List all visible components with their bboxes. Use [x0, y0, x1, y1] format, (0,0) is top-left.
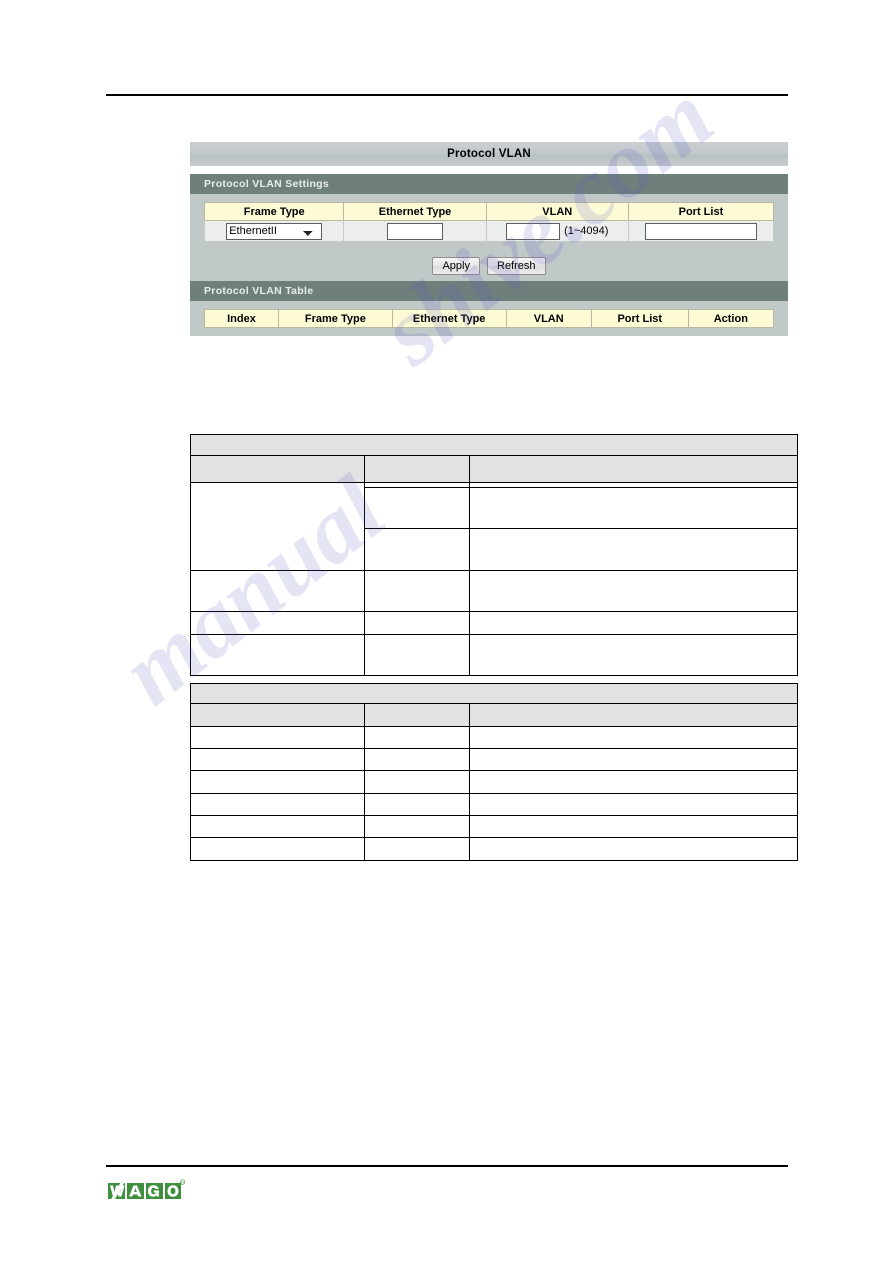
doc2-r2-c1 — [190, 748, 365, 771]
doc1-band-row — [190, 434, 798, 456]
page-title-text: Protocol VLAN — [447, 148, 531, 160]
doc2-header-c2 — [363, 703, 471, 727]
doc2-r4-c2 — [363, 793, 471, 816]
protocol-vlan-panel: Protocol VLAN Settings Frame Type Ethern… — [190, 174, 788, 336]
doc2-r6-c3 — [469, 837, 798, 861]
doc2-r5-c2 — [363, 815, 471, 838]
settings-input-row: EthernetII (1~4094) — [203, 220, 775, 242]
table-col-vlan: VLAN — [505, 309, 592, 328]
doc2-row-5 — [190, 815, 798, 838]
doc2-row-4 — [190, 793, 798, 816]
vlan-input[interactable] — [506, 222, 561, 240]
vlan-range-note: (1~4094) — [564, 225, 609, 237]
table-col-port-list: Port List — [590, 309, 689, 328]
doc2-r3-c1 — [190, 770, 365, 794]
doc2-r1-c2 — [363, 726, 471, 749]
doc2-band-cell — [190, 683, 798, 704]
settings-section-title: Protocol VLAN Settings — [204, 178, 330, 190]
table-section-body: Index Frame Type Ethernet Type VLAN Port… — [190, 301, 788, 334]
doc2-header-c1 — [190, 703, 365, 727]
parameter-description-table-2 — [190, 683, 798, 861]
table-section-title: Protocol VLAN Table — [204, 285, 314, 297]
col-header-port-list: Port List — [627, 202, 775, 221]
doc2-header-row — [190, 703, 798, 727]
doc1-r4-c3 — [469, 570, 798, 612]
refresh-button[interactable]: Refresh — [487, 257, 546, 275]
table-section-header: Protocol VLAN Table — [190, 281, 788, 301]
page-title: Protocol VLAN — [190, 142, 788, 166]
wago-logo: R — [107, 1178, 186, 1204]
doc2-r1-c1 — [190, 726, 365, 749]
doc1-r5-c2 — [363, 611, 471, 635]
cell-port-list — [627, 220, 775, 242]
table-col-index: Index — [204, 309, 279, 328]
doc2-row-1 — [190, 726, 798, 749]
table-col-ethernet-type: Ethernet Type — [391, 309, 507, 328]
page-footer-rule — [106, 1165, 788, 1167]
ethernet-type-input[interactable] — [387, 222, 444, 240]
doc2-r3-c2 — [363, 770, 471, 794]
port-list-input[interactable] — [644, 222, 757, 240]
doc1-header-c3 — [469, 455, 798, 483]
doc1-r6-c1 — [190, 634, 365, 676]
settings-header-row: Frame Type Ethernet Type VLAN Port List — [203, 202, 775, 221]
doc1-header-c1 — [190, 455, 365, 483]
doc2-r5-c1 — [190, 815, 365, 838]
parameter-description-table-1 — [190, 434, 798, 676]
table-col-frame-type: Frame Type — [277, 309, 393, 328]
cell-frame-type: EthernetII — [203, 220, 345, 242]
doc2-r1-c3 — [469, 726, 798, 749]
doc1-r6-c3 — [469, 634, 798, 676]
doc2-row-3 — [190, 770, 798, 794]
doc2-r6-c1 — [190, 837, 365, 861]
settings-section-header: Protocol VLAN Settings — [190, 174, 788, 194]
table-col-action: Action — [687, 309, 775, 328]
doc1-row-5 — [190, 611, 798, 635]
protocol-vlan-screenshot: Protocol VLAN Protocol VLAN Settings Fra… — [190, 142, 788, 336]
doc2-row-6 — [190, 837, 798, 861]
doc2-band-row — [190, 683, 798, 704]
col-header-vlan: VLAN — [485, 202, 629, 221]
col-header-ethernet-type: Ethernet Type — [343, 202, 487, 221]
doc2-r4-c3 — [469, 793, 798, 816]
doc1-header-row — [190, 455, 798, 483]
settings-section-body: Frame Type Ethernet Type VLAN Port List … — [190, 194, 788, 248]
cell-vlan: (1~4094) — [485, 220, 629, 242]
apply-button[interactable]: Apply — [432, 257, 480, 275]
doc1-r2-c2 — [363, 487, 471, 529]
doc2-r4-c1 — [190, 793, 365, 816]
doc1-r6-c2 — [363, 634, 471, 676]
protocol-vlan-table: Index Frame Type Ethernet Type VLAN Port… — [204, 309, 775, 328]
doc2-r3-c3 — [469, 770, 798, 794]
doc1-r3-c3 — [469, 528, 798, 571]
doc1-band-cell — [190, 434, 798, 456]
doc1-r5-c3 — [469, 611, 798, 635]
doc1-header-c2 — [363, 455, 471, 483]
doc1-r1-c1 — [190, 482, 365, 571]
col-header-frame-type: Frame Type — [203, 202, 345, 221]
protocol-vlan-settings-table: Frame Type Ethernet Type VLAN Port List … — [203, 202, 775, 242]
doc1-r4-c1 — [190, 570, 365, 612]
doc1-r2-c3 — [469, 487, 798, 529]
doc2-row-2 — [190, 748, 798, 771]
action-button-bar: Apply Refresh — [190, 248, 788, 281]
doc2-r5-c3 — [469, 815, 798, 838]
doc2-header-c3 — [469, 703, 798, 727]
doc1-r3-c2 — [363, 528, 471, 571]
doc1-row-6 — [190, 634, 798, 676]
doc1-row-4 — [190, 570, 798, 612]
doc1-r4-c2 — [363, 570, 471, 612]
frame-type-select[interactable]: EthernetII — [226, 222, 323, 240]
table-header-row: Index Frame Type Ethernet Type VLAN Port… — [204, 309, 775, 328]
doc2-r6-c2 — [363, 837, 471, 861]
page-header-rule — [106, 94, 788, 96]
doc2-r2-c3 — [469, 748, 798, 771]
cell-ethernet-type — [343, 220, 487, 242]
doc1-r5-c1 — [190, 611, 365, 635]
doc2-r2-c2 — [363, 748, 471, 771]
